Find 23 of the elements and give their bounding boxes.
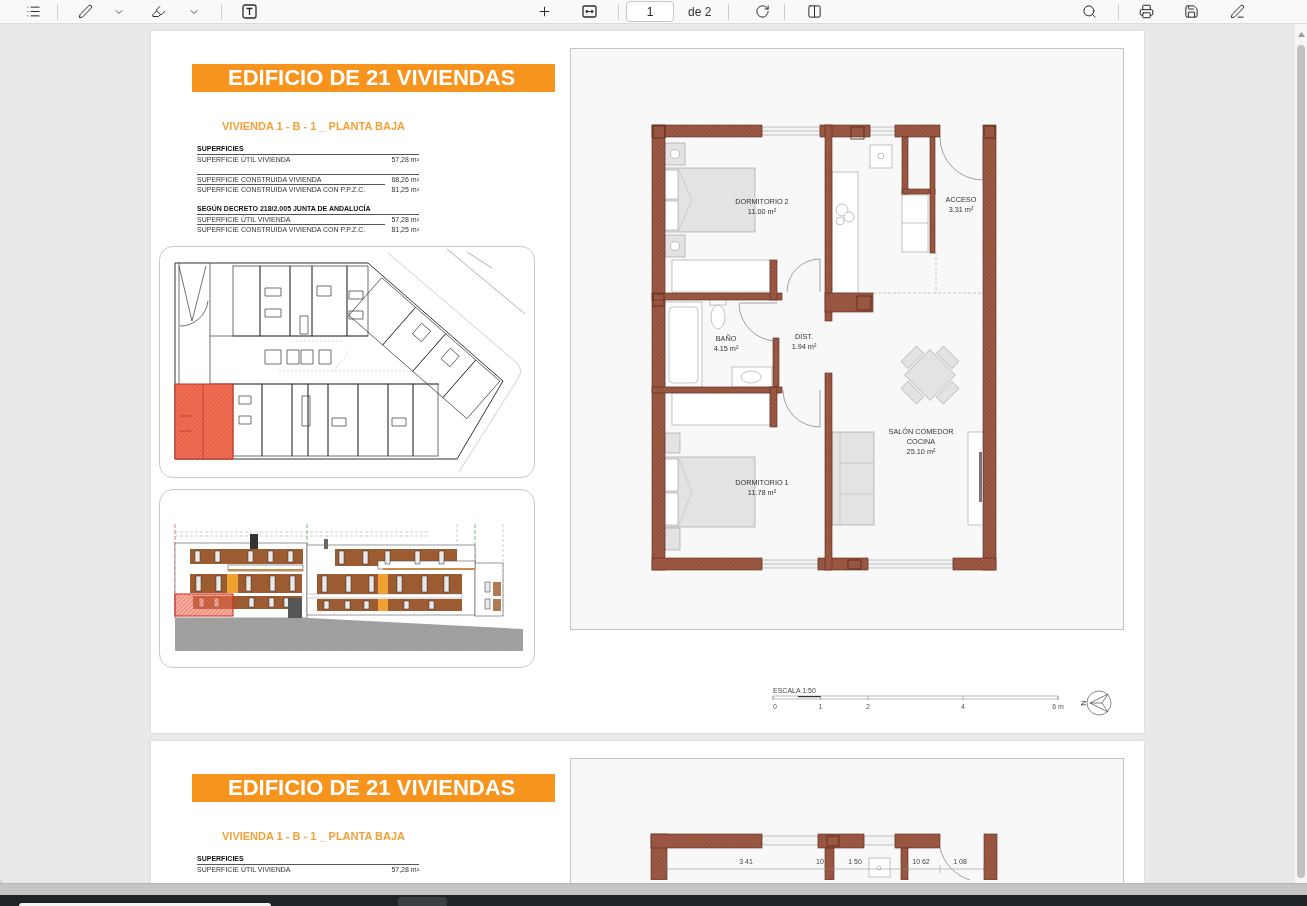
- scroll-up-icon[interactable]: [1297, 32, 1305, 37]
- unit-subtitle: VIVIENDA 1 - B - 1 _ PLANTA BAJA: [222, 830, 406, 843]
- fit-page-icon: [581, 4, 597, 19]
- two-page-icon: [806, 4, 822, 19]
- rotate-icon: [754, 4, 770, 19]
- highlighted-unit: [174, 593, 234, 617]
- save-icon: [1183, 4, 1199, 19]
- page-title: EDIFICIO DE 21 VIVIENDAS: [192, 774, 555, 802]
- unit-subtitle: VIVIENDA 1 - B - 1 _ PLANTA BAJA: [222, 120, 406, 133]
- page-title: EDIFICIO DE 21 VIVIENDAS: [192, 64, 555, 92]
- list-icon: [25, 4, 41, 19]
- highlighter-icon: [150, 4, 166, 19]
- text-box-icon: [241, 4, 257, 19]
- page-count: de 2: [688, 4, 712, 19]
- page-number-input[interactable]: 1: [626, 1, 674, 22]
- printer-icon: [1138, 4, 1154, 19]
- plus-icon: [536, 4, 552, 19]
- search-icon: [1081, 4, 1097, 19]
- pen-icon: [77, 4, 93, 19]
- taskbar-search-field[interactable]: [19, 903, 271, 906]
- north-arrow-icon: [1086, 690, 1112, 716]
- scrollbar-thumb[interactable]: [1297, 45, 1305, 878]
- pen-icon: [1229, 4, 1245, 19]
